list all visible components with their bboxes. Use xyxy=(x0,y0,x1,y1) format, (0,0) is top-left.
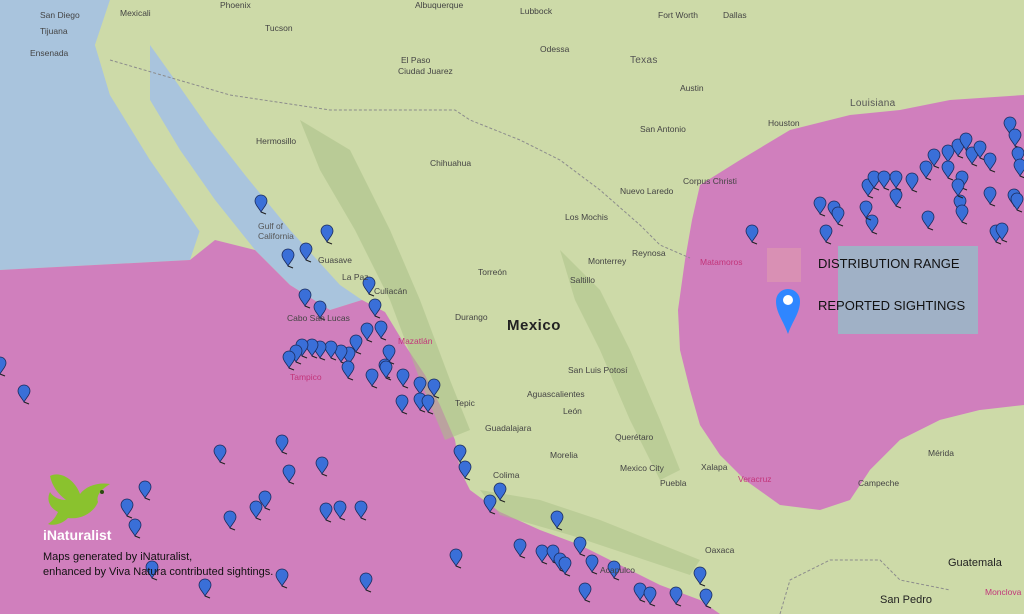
city-label: Tucson xyxy=(265,23,293,33)
city-label: León xyxy=(563,406,582,416)
city-label: Mexicali xyxy=(120,8,151,18)
city-label: Veracruz xyxy=(738,474,772,484)
city-label: Ciudad Juarez xyxy=(398,66,453,76)
city-label: Phoenix xyxy=(220,0,251,10)
city-label: Cabo San Lucas xyxy=(287,313,350,323)
city-label: Tijuana xyxy=(40,26,68,36)
city-label: Corpus Christi xyxy=(683,176,737,186)
city-label: Nuevo Laredo xyxy=(620,186,674,196)
country-label: Mexico xyxy=(507,317,561,334)
city-label: Mazatlán xyxy=(398,336,433,346)
logo-wordmark: iNaturalist xyxy=(43,527,112,543)
city-label: Oaxaca xyxy=(705,545,735,555)
city-label: Puebla xyxy=(660,478,687,488)
city-label: San Pedro xyxy=(880,594,932,606)
city-label: Durango xyxy=(455,312,488,322)
city-label: Querétaro xyxy=(615,432,654,442)
city-label: Los Mochis xyxy=(565,212,608,222)
city-label: Xalapa xyxy=(701,462,728,472)
city-label: Monterrey xyxy=(588,256,627,266)
city-label: Austin xyxy=(680,83,704,93)
city-label: San Antonio xyxy=(640,124,686,134)
distribution-range-swatch xyxy=(767,248,801,282)
city-label: Acapulco xyxy=(600,565,635,575)
city-label: Odessa xyxy=(540,44,570,54)
inaturalist-bird-logo xyxy=(48,474,110,525)
city-label: Ensenada xyxy=(30,48,69,58)
credit-line-1: Maps generated by iNaturalist, xyxy=(43,551,193,563)
city-label: Guatemala xyxy=(948,557,1002,569)
city-label: Fort Worth xyxy=(658,10,698,20)
city-label: Dallas xyxy=(723,10,747,20)
city-label: Campeche xyxy=(858,478,900,488)
legend-range-label: DISTRIBUTION RANGE xyxy=(818,256,960,271)
city-label: Saltillo xyxy=(570,275,596,285)
city-label: Morelia xyxy=(550,450,578,460)
gulf-label: Gulf of California xyxy=(258,221,294,241)
city-label: Guadalajara xyxy=(485,423,532,433)
credit-line-2: enhanced by Viva Natura contributed sigh… xyxy=(43,566,274,578)
sighting-pin-icon xyxy=(776,289,800,334)
city-label: Hermosillo xyxy=(256,136,297,146)
city-label: Albuquerque xyxy=(415,0,464,10)
city-label: Torreón xyxy=(478,267,507,277)
state-label: Texas xyxy=(630,55,658,66)
city-label: Monclova xyxy=(985,587,1022,597)
city-label: San Luis Potosí xyxy=(568,365,628,375)
state-label: Louisiana xyxy=(850,98,896,109)
legend-sightings-label: REPORTED SIGHTINGS xyxy=(818,298,966,313)
city-label: La Paz xyxy=(342,272,369,282)
city-label: Aguascalientes xyxy=(527,389,585,399)
city-label: Tepic xyxy=(455,398,475,408)
city-label: Lubbock xyxy=(520,6,553,16)
city-label: Houston xyxy=(768,118,800,128)
city-label: Colima xyxy=(493,470,520,480)
city-label: Culiacán xyxy=(374,286,408,296)
city-label: El Paso xyxy=(401,55,431,65)
city-label: Chihuahua xyxy=(430,158,472,168)
city-label: Reynosa xyxy=(632,248,666,258)
city-label: Mexico City xyxy=(620,463,664,473)
city-label: Tampico xyxy=(290,372,322,382)
city-label: Matamoros xyxy=(700,257,743,267)
city-label: Guasave xyxy=(318,255,353,265)
city-label: San Diego xyxy=(40,10,80,20)
city-label: Mérida xyxy=(928,448,954,458)
